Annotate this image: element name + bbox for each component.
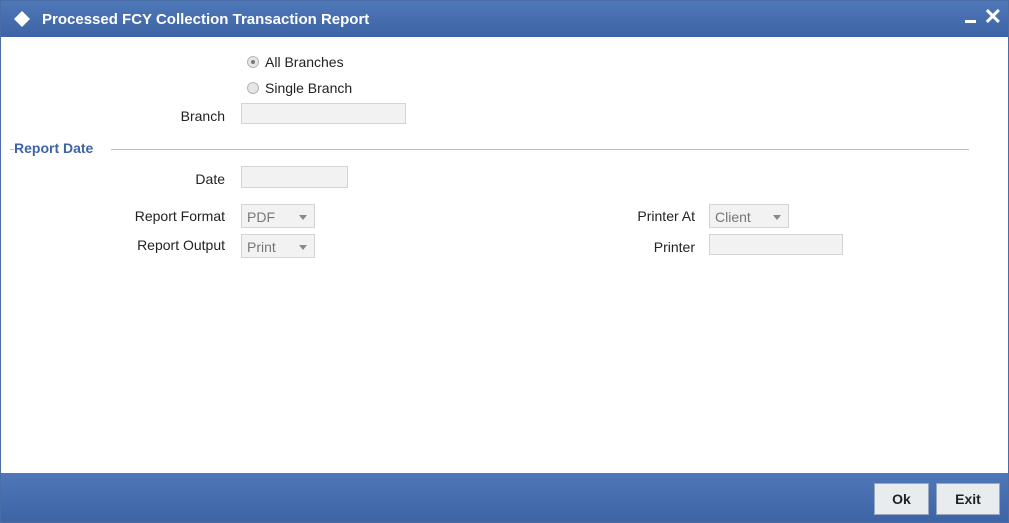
exit-button[interactable]: Exit (936, 483, 1000, 515)
report-format-select[interactable]: PDF (241, 204, 315, 228)
branch-input[interactable] (241, 103, 406, 124)
footer-bar: Ok Exit (1, 473, 1008, 522)
printer-label: Printer (653, 239, 695, 255)
radio-label-single-branch: Single Branch (265, 80, 353, 96)
report-output-label: Report Output (137, 237, 225, 253)
window-title: Processed FCY Collection Transaction Rep… (42, 11, 370, 28)
minimize-icon[interactable] (964, 9, 978, 27)
branch-label: Branch (180, 108, 225, 124)
radio-button-single-branch[interactable] (247, 82, 259, 94)
chevron-down-icon (299, 215, 307, 220)
radio-button-all-branches[interactable] (247, 56, 259, 68)
printer-at-select[interactable]: Client (709, 204, 789, 228)
report-window: Processed FCY Collection Transaction Rep… (0, 0, 1009, 523)
date-input[interactable] (241, 166, 348, 188)
report-format-label: Report Format (134, 208, 225, 224)
chevron-down-icon (299, 245, 307, 250)
diamond-icon (14, 11, 30, 27)
date-label: Date (195, 171, 225, 187)
close-icon[interactable]: ✕ (984, 4, 1002, 30)
radio-single-branch[interactable]: Single Branch (247, 80, 352, 96)
report-date-section-title: Report Date (14, 140, 98, 156)
report-output-select[interactable]: Print (241, 234, 315, 258)
chevron-down-icon (773, 215, 781, 220)
radio-label-all-branches: All Branches (265, 54, 344, 70)
printer-input[interactable] (709, 234, 843, 255)
report-format-value: PDF (247, 209, 275, 225)
title-bar: Processed FCY Collection Transaction Rep… (1, 1, 1008, 37)
printer-at-value: Client (715, 209, 751, 225)
report-output-value: Print (247, 239, 276, 255)
radio-all-branches[interactable]: All Branches (247, 54, 344, 70)
ok-button[interactable]: Ok (874, 483, 929, 515)
printer-at-label: Printer At (637, 208, 695, 224)
section-divider (111, 149, 969, 150)
